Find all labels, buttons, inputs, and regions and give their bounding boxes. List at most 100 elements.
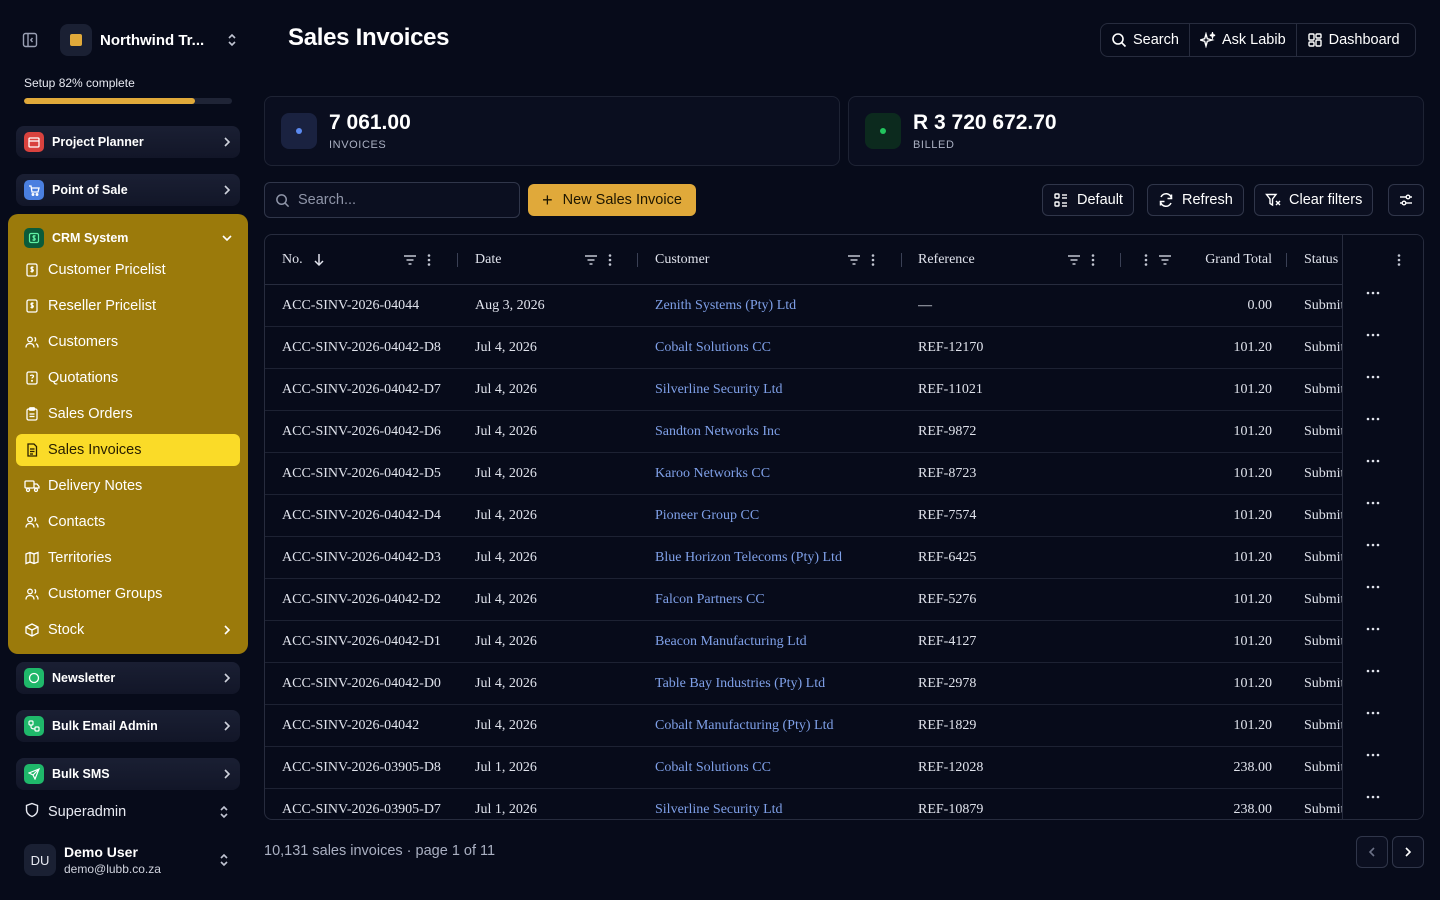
cell-status: Submitted [1304, 760, 1344, 775]
user-email: demo@lubb.co.za [64, 862, 161, 876]
table-row[interactable]: ACC-SINV-2026-04042-D2 Jul 4, 2026 Falcon … [265, 579, 1423, 621]
sidebar-item-customer-groups[interactable]: Customer Groups [16, 578, 240, 610]
clear-filters-button[interactable]: Clear filters [1254, 184, 1374, 216]
row-actions-icon[interactable] [1363, 453, 1383, 495]
cell-status: Submitted [1304, 298, 1344, 313]
column-header-reference[interactable]: Reference [918, 235, 975, 285]
table-row[interactable]: ACC-SINV-2026-04042-D3 Jul 4, 2026 Blue Ho… [265, 537, 1423, 579]
table-row[interactable]: ACC-SINV-2026-03905-D7 Jul 1, 2026 Silverl… [265, 789, 1423, 819]
more-vertical-icon[interactable] [608, 253, 612, 267]
sidebar-item-reseller-pricelist[interactable]: Reseller Pricelist [16, 290, 240, 322]
filter-lines-icon[interactable] [403, 253, 417, 267]
cell-reference: REF-9872 [918, 424, 977, 439]
sidebar-item-territories[interactable]: Territories [16, 542, 240, 574]
row-actions-icon[interactable] [1363, 579, 1383, 621]
org-switcher[interactable]: Northwind Tr... [60, 24, 240, 56]
cell-customer[interactable]: Sandton Networks Inc [655, 411, 905, 453]
refresh-button[interactable]: Refresh [1147, 184, 1244, 216]
row-actions-icon[interactable] [1363, 411, 1383, 453]
nav-group-label: Point of Sale [52, 183, 128, 197]
row-actions-icon[interactable] [1363, 285, 1383, 327]
cell-customer[interactable]: Zenith Systems (Pty) Ltd [655, 285, 905, 327]
nav-group-project-planner[interactable]: Project Planner [16, 126, 240, 158]
cell-customer[interactable]: Table Bay Industries (Pty) Ltd [655, 663, 905, 705]
sidebar-item-label: Quotations [48, 370, 119, 386]
cell-customer[interactable]: Cobalt Solutions CC [655, 747, 905, 789]
sidebar-item-delivery-notes[interactable]: Delivery Notes [16, 470, 240, 502]
filter-lines-icon[interactable] [584, 253, 598, 267]
cell-customer[interactable]: Pioneer Group CC [655, 495, 905, 537]
filter-lines-icon[interactable] [847, 253, 861, 267]
cell-customer[interactable]: Falcon Partners CC [655, 579, 905, 621]
table-row[interactable]: ACC-SINV-2026-04042-D1 Jul 4, 2026 Beacon … [265, 621, 1423, 663]
next-page-button[interactable] [1392, 836, 1424, 868]
more-vertical-icon[interactable] [427, 253, 431, 267]
row-actions-icon[interactable] [1363, 621, 1383, 663]
nav-group-crm-header[interactable]: CRM System [16, 224, 240, 252]
nav-group-point-of-sale[interactable]: Point of Sale [16, 174, 240, 206]
dashboard-button[interactable]: Dashboard [1297, 24, 1410, 56]
sidebar-item-sales-orders[interactable]: Sales Orders [16, 398, 240, 430]
table-row[interactable]: ACC-SINV-2026-04042-D8 Jul 4, 2026 Cobalt … [265, 327, 1423, 369]
filter-lines-icon[interactable] [1158, 253, 1172, 267]
cell-customer[interactable]: Silverline Security Ltd [655, 789, 905, 819]
ask-labib-button[interactable]: Ask Labib [1190, 24, 1297, 56]
table-row[interactable]: ACC-SINV-2026-04042-D5 Jul 4, 2026 Karoo N… [265, 453, 1423, 495]
row-actions-icon[interactable] [1363, 369, 1383, 411]
more-vertical-icon[interactable] [1091, 253, 1095, 267]
nav-group-bulk-sms[interactable]: Bulk SMS [16, 758, 240, 790]
table-row[interactable]: ACC-SINV-2026-04042-D6 Jul 4, 2026 Sandton… [265, 411, 1423, 453]
table-row[interactable]: ACC-SINV-2026-04042-D7 Jul 4, 2026 Silverl… [265, 369, 1423, 411]
cell-date: Jul 4, 2026 [475, 508, 537, 523]
sidebar-item-customers[interactable]: Customers [16, 326, 240, 358]
column-header-customer[interactable]: Customer [655, 235, 709, 285]
previous-page-button[interactable] [1356, 836, 1388, 868]
sidebar-item-quotations[interactable]: Quotations [16, 362, 240, 394]
cell-customer[interactable]: Beacon Manufacturing Ltd [655, 621, 905, 663]
row-actions-icon[interactable] [1363, 747, 1383, 789]
row-actions-icon[interactable] [1363, 495, 1383, 537]
search-input[interactable] [298, 192, 498, 208]
sidebar-item-customer-pricelist[interactable]: Customer Pricelist [16, 254, 240, 286]
sidebar-item-sales-invoices[interactable]: Sales Invoices [16, 434, 240, 466]
cell-customer[interactable]: Karoo Networks CC [655, 453, 905, 495]
sidebar-item-contacts[interactable]: Contacts [16, 506, 240, 538]
cell-total: 0.00 [1247, 298, 1273, 313]
cell-customer[interactable]: Cobalt Manufacturing (Pty) Ltd [655, 705, 905, 747]
filter-lines-icon[interactable] [1067, 253, 1081, 267]
row-actions-icon[interactable] [1363, 663, 1383, 705]
column-header-no[interactable]: No. [282, 235, 325, 285]
nav-group-newsletter[interactable]: Newsletter [16, 662, 240, 694]
sidebar-item-stock[interactable]: Stock [16, 614, 240, 646]
table-row[interactable]: ACC-SINV-2026-04042-D4 Jul 4, 2026 Pioneer… [265, 495, 1423, 537]
more-vertical-icon[interactable] [871, 253, 875, 267]
row-actions-icon[interactable] [1363, 705, 1383, 747]
sidebar-toggle-icon[interactable] [16, 26, 44, 54]
table-row[interactable]: ACC-SINV-2026-04042-D0 Jul 4, 2026 Table B… [265, 663, 1423, 705]
superadmin-switcher[interactable]: Superadmin [16, 796, 240, 828]
row-actions-icon[interactable] [1363, 789, 1383, 819]
search-button[interactable]: Search [1101, 24, 1190, 56]
default-view-button[interactable]: Default [1042, 184, 1134, 216]
cell-customer[interactable]: Silverline Security Ltd [655, 369, 905, 411]
column-header-grand-total[interactable]: Grand Total [1175, 235, 1272, 285]
user-menu[interactable]: DU Demo User demo@lubb.co.za [16, 838, 240, 882]
column-header-status[interactable]: Status [1304, 235, 1338, 285]
column-header-date[interactable]: Date [475, 235, 501, 285]
setup-progress[interactable]: Setup 82% complete [24, 76, 232, 104]
column-settings-button[interactable] [1388, 184, 1424, 216]
more-vertical-icon[interactable] [1144, 253, 1148, 267]
row-actions-icon[interactable] [1363, 327, 1383, 369]
nav-group-label: Newsletter [52, 671, 116, 685]
cell-customer[interactable]: Blue Horizon Telecoms (Pty) Ltd [655, 537, 905, 579]
table-row[interactable]: ACC-SINV-2026-03905-D8 Jul 1, 2026 Cobalt … [265, 747, 1423, 789]
column-tools [584, 235, 612, 285]
row-actions-icon[interactable] [1363, 537, 1383, 579]
table-row[interactable]: ACC-SINV-2026-04044 Aug 3, 2026 Zenith Sys… [265, 285, 1423, 327]
cell-customer[interactable]: Cobalt Solutions CC [655, 327, 905, 369]
nav-group-bulk-email-admin[interactable]: Bulk Email Admin [16, 710, 240, 742]
table-row[interactable]: ACC-SINV-2026-04042 Jul 4, 2026 Cobalt Man… [265, 705, 1423, 747]
new-sales-invoice-button[interactable]: + New Sales Invoice [528, 184, 696, 216]
more-vertical-icon[interactable] [1397, 253, 1401, 270]
cell-status: Submitted [1304, 802, 1344, 817]
